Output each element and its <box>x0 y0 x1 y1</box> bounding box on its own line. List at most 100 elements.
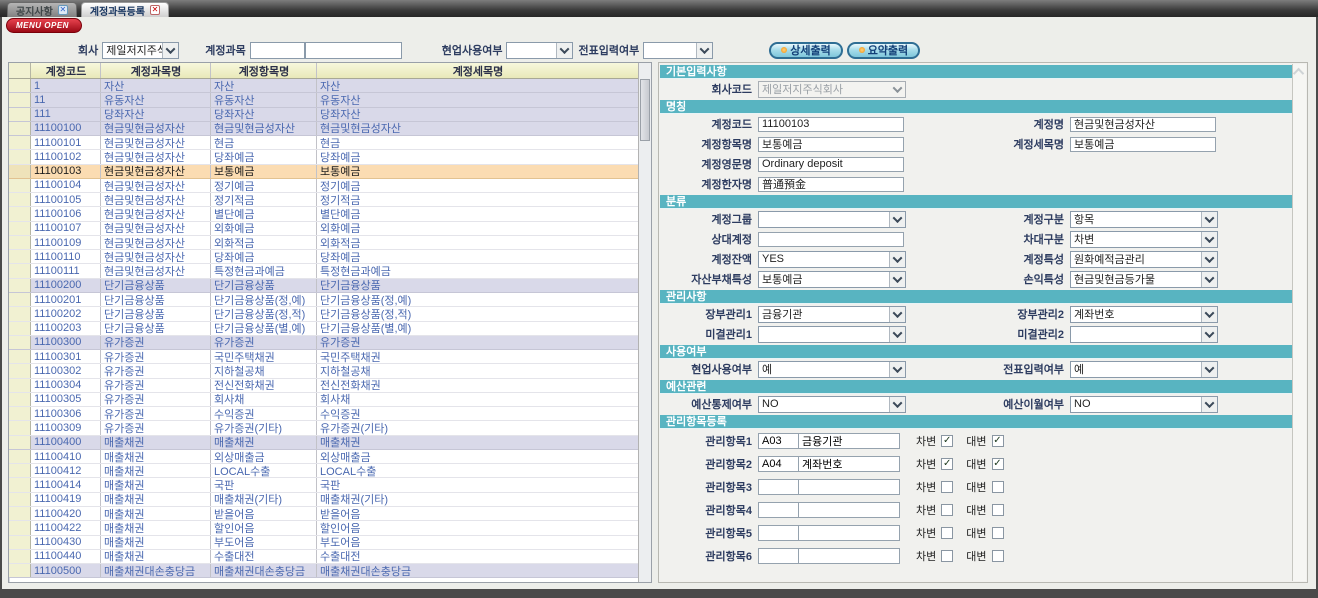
field-select[interactable]: 금융기관 <box>758 306 906 323</box>
field-input[interactable] <box>1070 137 1216 152</box>
slip-entry-select[interactable] <box>643 42 713 59</box>
close-icon[interactable]: ✕ <box>58 5 68 15</box>
table-row[interactable]: 1자산자산자산 <box>9 79 638 93</box>
table-row[interactable]: 11유동자산유동자산유동자산 <box>9 93 638 107</box>
table-row[interactable]: 11100203단기금융상품단기금융상품(별,예)단기금융상품(별,예) <box>9 322 638 336</box>
table-row[interactable]: 11100110현금및현금성자산당좌예금당좌예금 <box>9 250 638 264</box>
field-select[interactable]: NO <box>1070 396 1218 413</box>
credit-checkbox[interactable] <box>992 481 1004 493</box>
row-selector[interactable] <box>9 336 31 349</box>
column-header-item[interactable]: 계정항목명 <box>211 63 317 78</box>
mgmt-code-input[interactable] <box>758 456 798 472</box>
table-row[interactable]: 11100410매출채권외상매출금외상매출금 <box>9 450 638 464</box>
table-row[interactable]: 11100305유가증권회사채회사채 <box>9 393 638 407</box>
table-row[interactable]: 11100306유가증권수익증권수익증권 <box>9 407 638 421</box>
row-selector[interactable] <box>9 493 31 506</box>
table-row[interactable]: 11100107현금및현금성자산외화예금외화예금 <box>9 222 638 236</box>
mgmt-code-input[interactable] <box>758 525 798 541</box>
row-selector[interactable] <box>9 379 31 392</box>
row-selector[interactable] <box>9 464 31 477</box>
column-header-name[interactable]: 계정과목명 <box>101 63 211 78</box>
detail-print-button[interactable]: 상세출력 <box>769 42 842 59</box>
field-input[interactable] <box>758 137 904 152</box>
table-row[interactable]: 11100500매출채권대손충당금매출채권대손충당금매출채권대손충당금 <box>9 564 638 578</box>
table-row[interactable]: 11100106현금및현금성자산별단예금별단예금 <box>9 207 638 221</box>
panel-scrollbar[interactable] <box>1292 64 1306 581</box>
debit-checkbox[interactable] <box>941 435 953 447</box>
table-row[interactable]: 11100304유가증권전신전화채권전신전화채권 <box>9 379 638 393</box>
row-selector[interactable] <box>9 393 31 406</box>
field-use-select[interactable] <box>506 42 573 59</box>
row-selector[interactable] <box>9 364 31 377</box>
mgmt-code-input[interactable] <box>758 479 798 495</box>
field-select[interactable]: 계좌번호 <box>1070 306 1218 323</box>
table-row[interactable]: 11100104현금및현금성자산정기예금정기예금 <box>9 179 638 193</box>
table-row[interactable]: 11100302유가증권지하철공채지하철공채 <box>9 364 638 378</box>
field-select[interactable] <box>1070 326 1218 343</box>
row-selector[interactable] <box>9 122 31 135</box>
debit-checkbox[interactable] <box>941 527 953 539</box>
credit-checkbox[interactable] <box>992 527 1004 539</box>
credit-checkbox[interactable] <box>992 435 1004 447</box>
field-select[interactable]: NO <box>758 396 906 413</box>
row-selector[interactable] <box>9 307 31 320</box>
table-row[interactable]: 111당좌자산당좌자산당좌자산 <box>9 108 638 122</box>
row-selector[interactable] <box>9 407 31 420</box>
mgmt-name-input[interactable] <box>798 433 900 449</box>
field-select[interactable] <box>758 211 906 228</box>
field-select[interactable]: 예 <box>1070 361 1218 378</box>
debit-checkbox[interactable] <box>941 481 953 493</box>
table-row[interactable]: 11100109현금및현금성자산외화적금외화적금 <box>9 236 638 250</box>
mgmt-name-input[interactable] <box>798 548 900 564</box>
row-selector[interactable] <box>9 436 31 449</box>
credit-checkbox[interactable] <box>992 504 1004 516</box>
field-input[interactable] <box>1070 117 1216 132</box>
scrollbar-thumb[interactable] <box>640 79 650 141</box>
mgmt-code-input[interactable] <box>758 548 798 564</box>
menu-open-button[interactable]: MENU OPEN <box>6 18 82 33</box>
row-selector[interactable] <box>9 108 31 121</box>
table-row[interactable]: 11100200단기금융상품단기금융상품단기금융상품 <box>9 279 638 293</box>
column-header-detail[interactable]: 계정세목명 <box>317 63 638 78</box>
account-code-input[interactable] <box>250 42 305 59</box>
table-row[interactable]: 11100100현금및현금성자산현금및현금성자산현금및현금성자산 <box>9 122 638 136</box>
row-selector[interactable] <box>9 165 31 178</box>
row-selector[interactable] <box>9 536 31 549</box>
table-row[interactable]: 11100414매출채권국판국판 <box>9 478 638 492</box>
row-selector[interactable] <box>9 478 31 491</box>
table-row[interactable]: 11100105현금및현금성자산정기적금정기적금 <box>9 193 638 207</box>
field-input[interactable] <box>758 232 904 247</box>
row-selector[interactable] <box>9 507 31 520</box>
field-input[interactable] <box>758 117 904 132</box>
table-row[interactable]: 11100419매출채권매출채권(기타)매출채권(기타) <box>9 493 638 507</box>
table-row[interactable]: 11100301유가증권국민주택채권국민주택채권 <box>9 350 638 364</box>
row-selector[interactable] <box>9 264 31 277</box>
close-icon[interactable]: ✕ <box>150 5 160 15</box>
table-row[interactable]: 11100420매출채권받을어음받을어음 <box>9 507 638 521</box>
row-selector[interactable] <box>9 450 31 463</box>
row-selector[interactable] <box>9 193 31 206</box>
table-row[interactable]: 11100111현금및현금성자산특정현금과예금특정현금과예금 <box>9 264 638 278</box>
field-select[interactable]: 원화예적금관리 <box>1070 251 1218 268</box>
row-selector[interactable] <box>9 236 31 249</box>
debit-checkbox[interactable] <box>941 550 953 562</box>
debit-checkbox[interactable] <box>941 504 953 516</box>
mgmt-code-input[interactable] <box>758 502 798 518</box>
row-selector[interactable] <box>9 179 31 192</box>
row-selector[interactable] <box>9 279 31 292</box>
field-select[interactable]: 예 <box>758 361 906 378</box>
table-row[interactable]: 11100101현금및현금성자산현금현금 <box>9 136 638 150</box>
table-row[interactable]: 11100201단기금융상품단기금융상품(정,예)단기금융상품(정,예) <box>9 293 638 307</box>
row-selector[interactable] <box>9 150 31 163</box>
row-selector[interactable] <box>9 136 31 149</box>
chevron-up-icon[interactable] <box>1293 64 1306 80</box>
field-select[interactable]: 제일저지주식회사 <box>758 81 906 98</box>
mgmt-code-input[interactable] <box>758 433 798 449</box>
row-selector[interactable] <box>9 550 31 563</box>
row-selector[interactable] <box>9 322 31 335</box>
field-select[interactable]: 현금및현금등가물 <box>1070 271 1218 288</box>
mgmt-name-input[interactable] <box>798 456 900 472</box>
table-row[interactable]: 11100430매출채권부도어음부도어음 <box>9 536 638 550</box>
account-name-input[interactable] <box>305 42 402 59</box>
row-selector[interactable] <box>9 250 31 263</box>
